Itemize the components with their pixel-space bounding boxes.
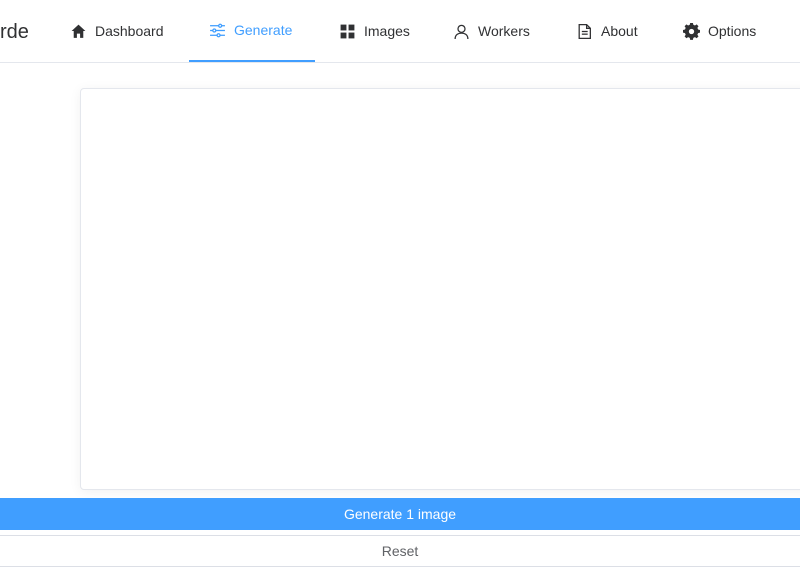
user-icon: [453, 23, 470, 40]
generate-button[interactable]: Generate 1 image: [0, 498, 800, 530]
nav-item-workers[interactable]: Workers: [433, 0, 550, 62]
nav-label-dashboard: Dashboard: [95, 23, 164, 39]
top-navigation-bar: rde Dashboard Generate Images Workers Ab…: [0, 0, 800, 63]
nav-item-generate[interactable]: Generate: [189, 0, 315, 62]
home-icon: [70, 23, 87, 40]
nav-item-about[interactable]: About: [556, 0, 658, 62]
sliders-icon: [209, 22, 226, 39]
nav-item-images[interactable]: Images: [319, 0, 430, 62]
nav-label-generate: Generate: [234, 22, 293, 38]
nav-item-options[interactable]: Options: [663, 0, 776, 62]
app-brand-title: rde: [0, 21, 29, 43]
nav-item-dashboard[interactable]: Dashboard: [50, 0, 184, 62]
grid-icon: [339, 23, 356, 40]
gear-icon: [683, 22, 700, 40]
nav-label-options: Options: [708, 23, 757, 39]
nav-label-workers: Workers: [478, 23, 530, 39]
reset-button[interactable]: Reset: [0, 535, 800, 567]
nav-label-about: About: [601, 23, 638, 39]
nav-label-images: Images: [364, 23, 410, 39]
document-icon: [576, 23, 593, 40]
prompt-input-card[interactable]: [80, 88, 800, 490]
